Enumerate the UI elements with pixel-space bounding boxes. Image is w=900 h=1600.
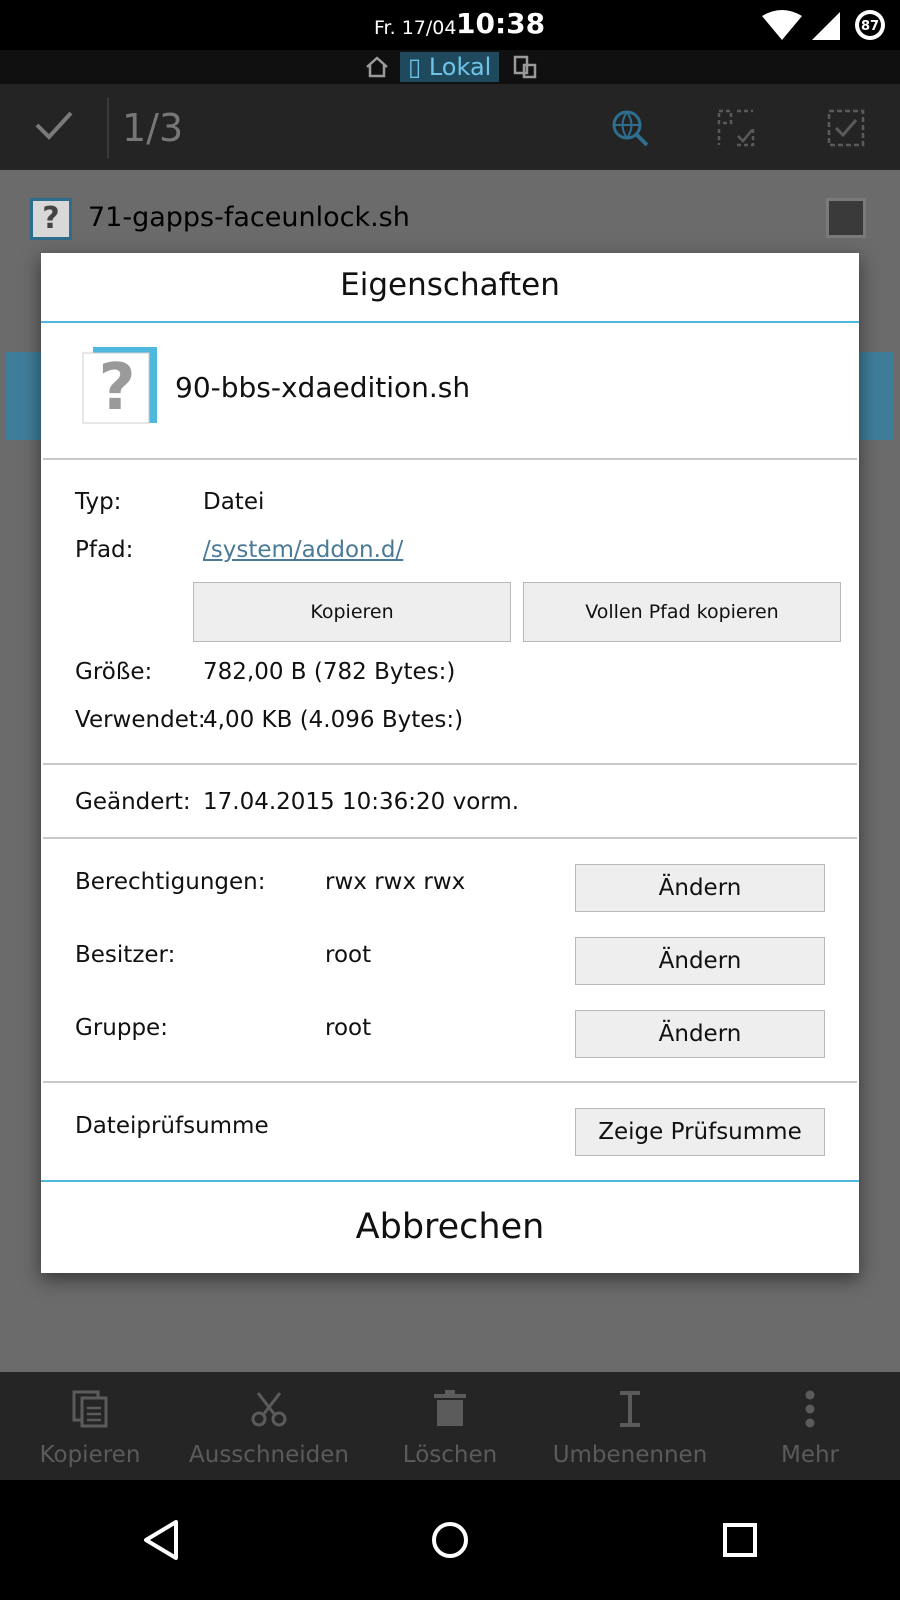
- checksum-label: Dateiprüfsumme: [75, 1113, 269, 1139]
- type-value: Datei: [203, 489, 265, 515]
- modified-value: 17.04.2015 10:36:20 vorm.: [203, 789, 520, 815]
- wifi-icon: [762, 10, 802, 40]
- unknown-file-icon: ?: [81, 345, 159, 425]
- properties-dialog: Eigenschaften ? 90-bbs-xdaedition.sh Typ…: [41, 253, 859, 1273]
- more-vertical-icon: [805, 1390, 815, 1428]
- divider: [107, 98, 109, 158]
- group-label: Gruppe:: [75, 1015, 168, 1041]
- toolbar-more-label: Mehr: [780, 1442, 840, 1468]
- devices-icon[interactable]: [512, 54, 538, 84]
- toolbar-copy-button[interactable]: Kopieren: [5, 1390, 175, 1468]
- show-checksum-button[interactable]: Zeige Prüfsumme: [575, 1108, 825, 1156]
- copy-icon: [72, 1390, 108, 1428]
- group-value: root: [325, 1015, 372, 1041]
- trash-icon: [434, 1390, 466, 1426]
- tab-local[interactable]: ▯ Lokal: [400, 52, 500, 82]
- recents-icon[interactable]: [722, 1522, 758, 1562]
- toolbar-cut-label: Ausschneiden: [189, 1442, 349, 1468]
- path-label: Pfad:: [75, 537, 134, 563]
- size-label: Größe:: [75, 659, 153, 685]
- cancel-button[interactable]: Abbrechen: [41, 1181, 859, 1273]
- toolbar-rename-button[interactable]: Umbenennen: [545, 1390, 715, 1468]
- change-group-button[interactable]: Ändern: [575, 1010, 825, 1058]
- modified-label: Geändert:: [75, 789, 191, 815]
- phone-icon: ▯: [408, 53, 422, 81]
- scissors-icon: [251, 1392, 287, 1427]
- dialog-filename: 90-bbs-xdaedition.sh: [175, 371, 471, 404]
- toolbar-rename-label: Umbenennen: [552, 1442, 708, 1468]
- svg-text:?: ?: [98, 351, 135, 425]
- type-label: Typ:: [75, 489, 122, 515]
- text-cursor-icon: [620, 1391, 640, 1427]
- status-date: Fr. 17/04: [374, 17, 457, 39]
- change-permissions-button[interactable]: Ändern: [575, 864, 825, 912]
- path-link[interactable]: /system/addon.d/: [203, 537, 403, 563]
- globe-search-icon[interactable]: [610, 108, 650, 152]
- toolbar-cut-button[interactable]: Ausschneiden: [184, 1390, 354, 1468]
- toolbar-more-button[interactable]: Mehr: [725, 1390, 895, 1468]
- owner-value: root: [325, 942, 372, 968]
- used-label: Verwendet:: [75, 707, 206, 733]
- toolbar-delete-button[interactable]: Löschen: [365, 1390, 535, 1468]
- divider: [43, 458, 857, 460]
- size-value: 782,00 B (782 Bytes:): [203, 659, 456, 685]
- copy-full-path-button[interactable]: Vollen Pfad kopieren: [523, 582, 841, 642]
- signal-icon: [812, 12, 840, 40]
- home-icon[interactable]: [364, 54, 390, 84]
- status-time: 10:38: [456, 7, 546, 40]
- permissions-label: Berechtigungen:: [75, 869, 266, 895]
- list-item-filename[interactable]: 71-gapps-faceunlock.sh: [88, 202, 410, 233]
- used-value: 4,00 KB (4.096 Bytes:): [203, 707, 464, 733]
- done-check-icon[interactable]: [34, 108, 74, 146]
- divider: [43, 837, 857, 839]
- change-owner-button[interactable]: Ändern: [575, 937, 825, 985]
- battery-icon: 87: [855, 10, 885, 40]
- path-link-text[interactable]: /system/addon.d/: [203, 537, 403, 563]
- dialog-title: Eigenschaften: [340, 267, 560, 303]
- home-circle-icon[interactable]: [430, 1520, 470, 1564]
- battery-level: 87: [861, 19, 879, 34]
- select-partial-icon[interactable]: [716, 108, 756, 152]
- copy-path-button[interactable]: Kopieren: [193, 582, 511, 642]
- toolbar-delete-label: Löschen: [402, 1442, 498, 1468]
- tab-local-label: Lokal: [428, 53, 492, 81]
- permissions-value: rwx rwx rwx: [325, 869, 466, 895]
- divider: [43, 763, 857, 765]
- selection-count: 1/3: [122, 106, 184, 150]
- status-icons: 87: [760, 8, 890, 46]
- select-all-icon[interactable]: [826, 108, 866, 152]
- divider: [43, 1081, 857, 1083]
- unknown-file-icon: ?: [30, 198, 72, 240]
- toolbar-copy-label: Kopieren: [39, 1442, 141, 1468]
- back-icon[interactable]: [140, 1518, 182, 1566]
- list-item-checkbox[interactable]: [826, 198, 866, 238]
- owner-label: Besitzer:: [75, 942, 176, 968]
- title-divider: [41, 321, 859, 323]
